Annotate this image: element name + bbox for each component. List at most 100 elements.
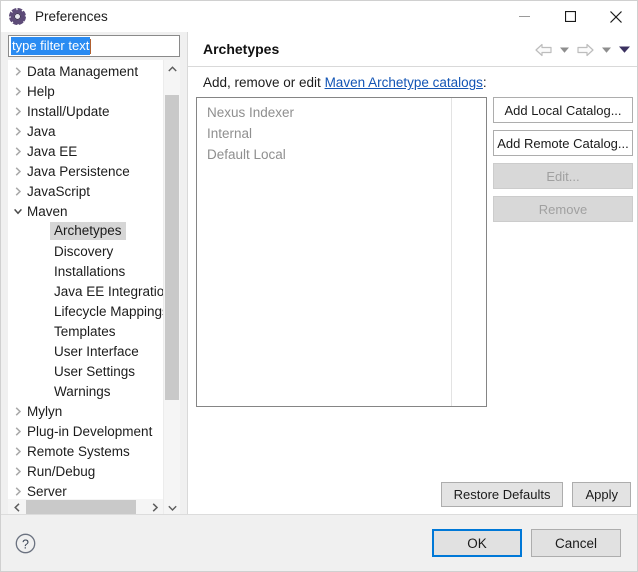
catalog-list-item[interactable]: Default Local [197,144,486,165]
apply-button[interactable]: Apply [572,482,631,507]
tree-item-remote-systems[interactable]: Remote Systems [8,441,163,461]
filter-input[interactable]: type filter text [8,35,180,57]
text-caret [90,38,92,54]
svg-text:?: ? [22,537,29,551]
add-remote-catalog-button[interactable]: Add Remote Catalog... [493,130,633,156]
dialog-footer: ? OK Cancel [1,514,637,571]
tree-item-server[interactable]: Server [8,481,163,501]
tree-item-lifecycle-mappings[interactable]: Lifecycle Mappings [8,301,169,321]
remove-button: Remove [493,196,633,222]
chevron-right-icon[interactable] [10,486,26,496]
tree-item-label: User Interface [54,343,139,359]
preferences-gear-icon [9,8,26,25]
tree-item-label: Maven [27,203,68,219]
tree-item-data-management[interactable]: Data Management [8,61,163,81]
help-question-icon[interactable]: ? [15,533,36,554]
chevron-right-icon[interactable] [10,426,26,436]
dialog-action-buttons: OK Cancel [432,529,621,557]
chevron-right-icon[interactable] [10,186,26,196]
tree-item-java-persistence[interactable]: Java Persistence [8,161,163,181]
tree-item-java[interactable]: Java [8,121,163,141]
tree-item-warnings[interactable]: Warnings [8,381,163,401]
chevron-right-icon[interactable] [10,446,26,456]
tree-item-label: Java EE Integration [54,283,172,299]
tree-item-label: Archetypes [50,222,126,240]
scroll-up-icon[interactable] [164,60,180,77]
tree-item-java-ee-integration[interactable]: Java EE Integration [8,281,172,301]
tree-item-help[interactable]: Help [8,81,163,101]
page-footer-buttons: Restore Defaults Apply [440,482,631,507]
back-dropdown-icon[interactable] [557,40,571,60]
catalog-action-buttons: Add Local Catalog... Add Remote Catalog..… [493,97,633,222]
tree-item-label: Warnings [54,383,111,399]
tree-item-label: Install/Update [27,103,110,119]
tree-item-user-settings[interactable]: User Settings [8,361,163,381]
filter-input-value: type filter text [11,37,91,55]
preference-tree-panel: type filter text Data Management Help Inst… [8,35,180,516]
scrollbar-thumb-horizontal[interactable] [26,500,136,515]
tree-item-mylyn[interactable]: Mylyn [8,401,163,421]
tree-item-installations[interactable]: Installations [8,261,163,281]
tree-item-label: Run/Debug [27,463,96,479]
tree-item-label: Plug-in Development [27,423,153,439]
description-suffix: : [482,75,487,90]
tree-item-label: Lifecycle Mappings [54,303,169,319]
restore-defaults-button[interactable]: Restore Defaults [440,482,564,507]
page-title: Archetypes [203,41,280,57]
tree-item-label: Mylyn [27,403,63,419]
description-prefix: Add, remove or edit [203,75,325,90]
forward-dropdown-icon[interactable] [599,40,613,60]
tree-item-label: Data Management [27,63,139,79]
maven-archetype-catalogs-link[interactable]: Maven Archetype catalogs [325,75,483,90]
back-arrow-icon[interactable] [533,40,553,60]
forward-arrow-icon[interactable] [575,40,595,60]
tree-item-label: Java EE [27,143,78,159]
window-title: Preferences [35,9,108,24]
chevron-right-icon[interactable] [10,406,26,416]
minimize-icon[interactable] [501,1,547,32]
tree-vertical-scrollbar[interactable] [163,60,180,516]
chevron-right-icon[interactable] [10,466,26,476]
tree-item-templates[interactable]: Templates [8,321,163,341]
tree-item-user-interface[interactable]: User Interface [8,341,163,361]
maximize-icon[interactable] [547,1,593,32]
preference-page-panel: Archetypes Add, remove or edit Maven Arc… [187,32,637,516]
tree-item-plug-in-development[interactable]: Plug-in Development [8,421,163,441]
add-local-catalog-button[interactable]: Add Local Catalog... [493,97,633,123]
chevron-right-icon[interactable] [10,86,26,96]
preferences-dialog: Preferences type filter text Data Manage… [0,0,638,572]
archetype-catalog-list[interactable]: Nexus Indexer Internal Default Local [196,97,487,407]
tree-item-label: Help [27,83,55,99]
page-header: Archetypes [188,32,637,67]
scrollbar-thumb-vertical[interactable] [165,95,179,400]
chevron-right-icon[interactable] [10,66,26,76]
tree-item-archetypes[interactable]: Archetypes [8,221,163,241]
window-controls [501,1,637,32]
chevron-right-icon[interactable] [10,126,26,136]
catalog-list-item[interactable]: Internal [197,123,486,144]
view-menu-chevron-icon[interactable] [617,40,631,60]
chevron-right-icon[interactable] [10,166,26,176]
ok-button[interactable]: OK [432,529,522,557]
catalog-list-item[interactable]: Nexus Indexer [197,102,486,123]
tree-item-label: JavaScript [27,183,91,199]
tree-item-run-debug[interactable]: Run/Debug [8,461,163,481]
chevron-down-icon[interactable] [10,207,26,216]
tree-item-label: Server [27,483,67,499]
tree-item-javascript[interactable]: JavaScript [8,181,163,201]
page-description: Add, remove or edit Maven Archetype cata… [203,75,487,90]
chevron-right-icon[interactable] [10,146,26,156]
tree-item-label: Java [27,123,56,139]
tree-item-java-ee[interactable]: Java EE [8,141,163,161]
tree-item-label: Discovery [54,243,114,259]
column-divider [451,98,452,406]
close-icon[interactable] [593,1,637,32]
tree-item-discovery[interactable]: Discovery [8,241,163,261]
chevron-right-icon[interactable] [10,106,26,116]
tree-item-label: Installations [54,263,126,279]
tree-item-install-update[interactable]: Install/Update [8,101,163,121]
title-bar: Preferences [1,1,637,32]
cancel-button[interactable]: Cancel [531,529,621,557]
tree-item-maven[interactable]: Maven [8,201,163,221]
preference-tree[interactable]: Data Management Help Install/Update Java Jav… [8,60,180,516]
